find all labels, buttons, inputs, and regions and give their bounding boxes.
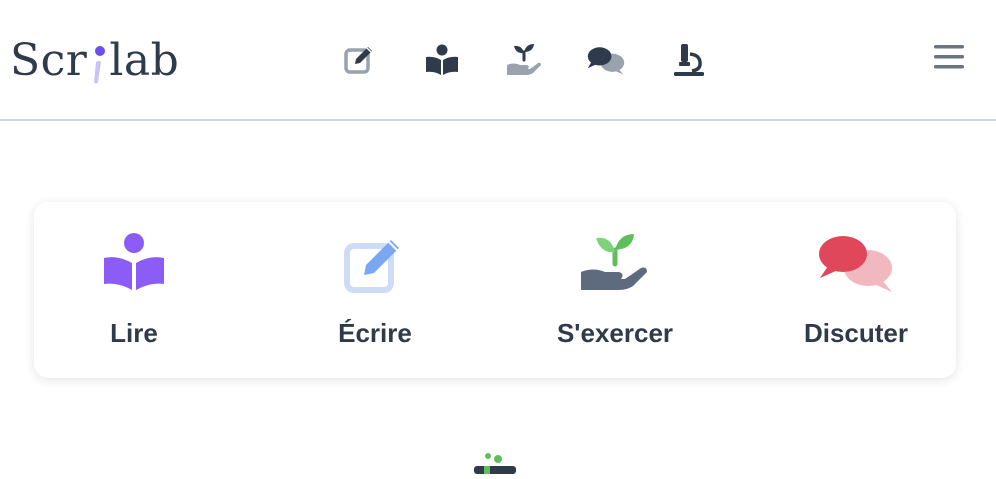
- tile-read[interactable]: Lire: [34, 202, 234, 378]
- tile-practice-label: S'exercer: [556, 318, 674, 348]
- logo-i-mark: [89, 40, 107, 86]
- hamburger-icon: [934, 45, 964, 69]
- header: Scr lab: [0, 0, 996, 121]
- tile-write[interactable]: Écrire: [275, 202, 475, 378]
- tile-discuss-label: Discuter: [803, 318, 909, 348]
- nav-practice-button[interactable]: [504, 38, 544, 82]
- tile-write-label: Écrire: [338, 318, 412, 348]
- edit-icon: [344, 47, 372, 74]
- reading-icon: [104, 233, 164, 290]
- tile-write-icon-wrap: [335, 230, 415, 296]
- edit-icon: [344, 240, 399, 293]
- seedling-icon: [474, 453, 516, 474]
- chat-icon: [587, 47, 625, 75]
- tile-read-icon-wrap: [94, 230, 174, 296]
- nav-discuss-button[interactable]: [586, 38, 626, 82]
- nav-read-button[interactable]: [422, 38, 462, 82]
- tile-practice[interactable]: S'exercer: [515, 202, 715, 378]
- tile-practice-icon-wrap: [575, 230, 655, 296]
- top-nav: [340, 38, 708, 82]
- menu-button[interactable]: [932, 42, 966, 72]
- tile-discuss-icon-wrap: [816, 230, 896, 296]
- activity-card: Lire Écrire S'exercer Discuter: [34, 202, 956, 378]
- tile-discuss[interactable]: Discuter: [756, 202, 956, 378]
- seedling-hand-icon: [581, 234, 647, 290]
- seedling-hand-icon: [507, 44, 541, 75]
- logo-text-end: lab: [109, 35, 180, 86]
- logo[interactable]: Scr lab: [10, 26, 179, 86]
- bottom-logo-mark: [470, 450, 520, 474]
- reading-icon: [426, 44, 458, 75]
- logo-text-start: Scr: [10, 35, 88, 86]
- microscope-icon: [674, 44, 704, 76]
- nav-lab-button[interactable]: [668, 38, 708, 82]
- tile-read-label: Lire: [110, 318, 158, 348]
- chat-icon: [819, 236, 892, 292]
- nav-write-button[interactable]: [340, 38, 380, 82]
